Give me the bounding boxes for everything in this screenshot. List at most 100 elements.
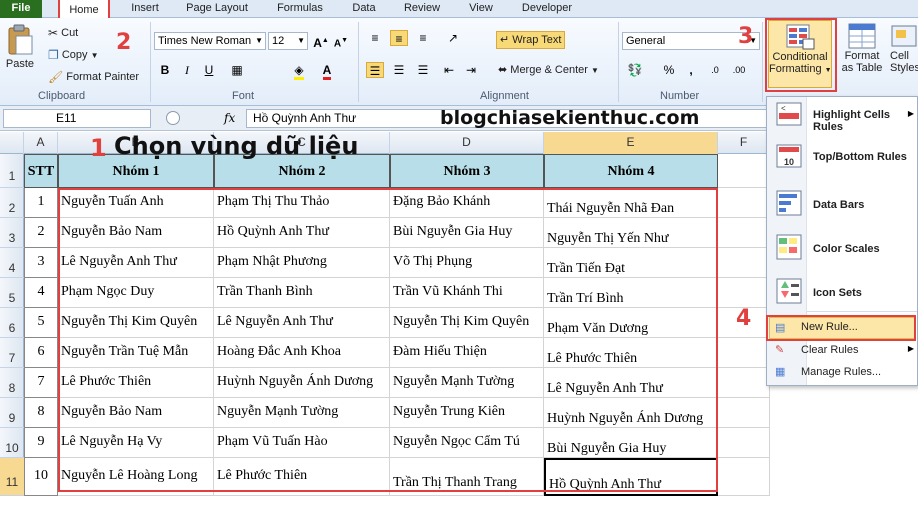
row-header[interactable]: 3 (0, 218, 24, 248)
menu-item-highlight-cells[interactable]: Highlight Cells Rules (813, 109, 917, 133)
empty-cell[interactable] (718, 458, 770, 496)
tab-insert[interactable]: Insert (128, 0, 162, 18)
row-header[interactable]: 8 (0, 368, 24, 398)
color-scales-icon (776, 234, 802, 260)
font-size-select[interactable]: 12 ▼ (268, 32, 308, 50)
row-header[interactable]: 2 (0, 188, 24, 218)
clipboard-icon (8, 24, 33, 55)
merge-center-button[interactable]: ⬌ Merge & Center ▼ (498, 63, 599, 76)
table-header-cell[interactable]: Nhóm 3 (390, 154, 544, 188)
align-center-icon[interactable]: ☰ (390, 62, 408, 78)
empty-cell[interactable] (718, 368, 770, 398)
paintbrush-icon: 🖌 (48, 70, 64, 84)
row-header[interactable]: 7 (0, 338, 24, 368)
font-color-icon[interactable]: A (318, 62, 336, 80)
empty-cell[interactable] (718, 398, 770, 428)
empty-cell[interactable] (718, 248, 770, 278)
stt-cell[interactable]: 10 (24, 458, 58, 496)
row-header[interactable]: 11 (0, 458, 24, 496)
format-painter-button[interactable]: 🖌 Format Painter (48, 70, 139, 84)
empty-cell[interactable] (718, 218, 770, 248)
tab-developer[interactable]: Developer (518, 0, 576, 18)
increase-indent-icon[interactable]: ⇥ (462, 62, 480, 78)
table-header-cell[interactable]: STT (24, 154, 58, 188)
menu-item-icon-sets[interactable]: Icon Sets (813, 287, 862, 299)
select-all-corner[interactable] (0, 132, 24, 154)
tab-view[interactable]: View (466, 0, 496, 18)
align-right-icon[interactable]: ☰ (414, 62, 432, 78)
increase-decimal-icon[interactable]: .0 (706, 62, 724, 78)
tab-home[interactable]: Home (58, 0, 110, 20)
name-box[interactable]: E11 (3, 109, 151, 128)
copy-button[interactable]: ❐ Copy ▼ (48, 48, 99, 62)
decrease-decimal-icon[interactable]: .00 (730, 62, 748, 78)
expand-icon[interactable] (166, 111, 180, 125)
empty-cell[interactable] (718, 278, 770, 308)
row-header[interactable]: 9 (0, 398, 24, 428)
cell-styles-button[interactable]: Cell Styles (890, 22, 918, 74)
cut-button[interactable]: ✂ Cut (48, 26, 78, 40)
conditional-formatting-menu: < Highlight Cells Rules ▶ 10 Top/Bottom … (766, 96, 918, 386)
comma-button[interactable]: , (682, 62, 700, 78)
row-header[interactable]: 10 (0, 428, 24, 458)
stt-cell[interactable]: 9 (24, 428, 58, 458)
stt-cell[interactable]: 2 (24, 218, 58, 248)
percent-button[interactable]: % (660, 62, 678, 78)
row-header[interactable]: 5 (0, 278, 24, 308)
wrap-text-button[interactable]: ↵ Wrap Text (496, 31, 566, 49)
tab-data[interactable]: Data (348, 0, 380, 18)
bold-button[interactable]: B (156, 62, 174, 78)
tab-formulas[interactable]: Formulas (274, 0, 326, 18)
stt-cell[interactable]: 4 (24, 278, 58, 308)
shrink-font-icon[interactable]: A▼ (332, 33, 350, 49)
chevron-down-icon: ▼ (255, 36, 263, 45)
align-middle-icon[interactable]: ≡ (390, 30, 408, 46)
menu-item-color-scales[interactable]: Color Scales (813, 243, 880, 255)
stt-cell[interactable]: 7 (24, 368, 58, 398)
row-header[interactable]: 6 (0, 308, 24, 338)
fill-color-icon[interactable]: ◈ (290, 62, 308, 80)
orientation-icon[interactable]: ↗ (444, 30, 462, 46)
menu-item-data-bars[interactable]: Data Bars (813, 199, 864, 211)
tab-page-layout[interactable]: Page Layout (184, 0, 250, 18)
decrease-indent-icon[interactable]: ⇤ (440, 62, 458, 78)
column-header-d[interactable]: D (390, 132, 544, 154)
paste-button[interactable]: Paste (4, 24, 36, 70)
empty-cell[interactable] (718, 188, 770, 218)
empty-cell[interactable] (718, 154, 770, 188)
stt-cell[interactable]: 3 (24, 248, 58, 278)
cell-styles-line2: Styles (890, 62, 918, 74)
tab-review[interactable]: Review (402, 0, 442, 18)
icon-sets-icon (776, 278, 802, 304)
align-bottom-icon[interactable]: ≡ (414, 30, 432, 46)
cell-styles-icon (891, 25, 917, 47)
column-header-e[interactable]: E (544, 132, 718, 154)
empty-cell[interactable] (718, 428, 770, 458)
row-header[interactable]: 4 (0, 248, 24, 278)
font-name-select[interactable]: Times New Roman ▼ (154, 32, 266, 50)
tab-file[interactable]: File (0, 0, 42, 18)
table-header-cell[interactable]: Nhóm 4 (544, 154, 718, 188)
stt-cell[interactable]: 8 (24, 398, 58, 428)
borders-icon[interactable]: ▦ (228, 62, 246, 78)
align-left-icon[interactable]: ☰ (366, 62, 384, 78)
divider (762, 22, 763, 102)
insert-function-button[interactable]: fx (224, 111, 235, 125)
menu-item-manage-rules[interactable]: Manage Rules... (801, 366, 881, 378)
stt-cell[interactable]: 5 (24, 308, 58, 338)
stt-cell[interactable]: 6 (24, 338, 58, 368)
menu-item-top-bottom[interactable]: Top/Bottom Rules (813, 151, 907, 163)
underline-button[interactable]: U (200, 62, 218, 78)
menu-item-clear-rules[interactable]: Clear Rules (801, 344, 858, 356)
currency-icon[interactable]: 💱 (626, 62, 644, 78)
grow-font-icon[interactable]: A▲ (312, 33, 330, 50)
column-header-f[interactable]: F (718, 132, 770, 154)
column-header-a[interactable]: A (24, 132, 58, 154)
stt-cell[interactable]: 1 (24, 188, 58, 218)
font-name-value: Times New Roman (158, 35, 252, 47)
format-as-table-button[interactable]: Format as Table (838, 22, 886, 74)
row-header[interactable]: 1 (0, 154, 24, 188)
italic-button[interactable]: I (178, 62, 196, 78)
empty-cell[interactable] (718, 338, 770, 368)
align-top-icon[interactable]: ≡ (366, 30, 384, 46)
